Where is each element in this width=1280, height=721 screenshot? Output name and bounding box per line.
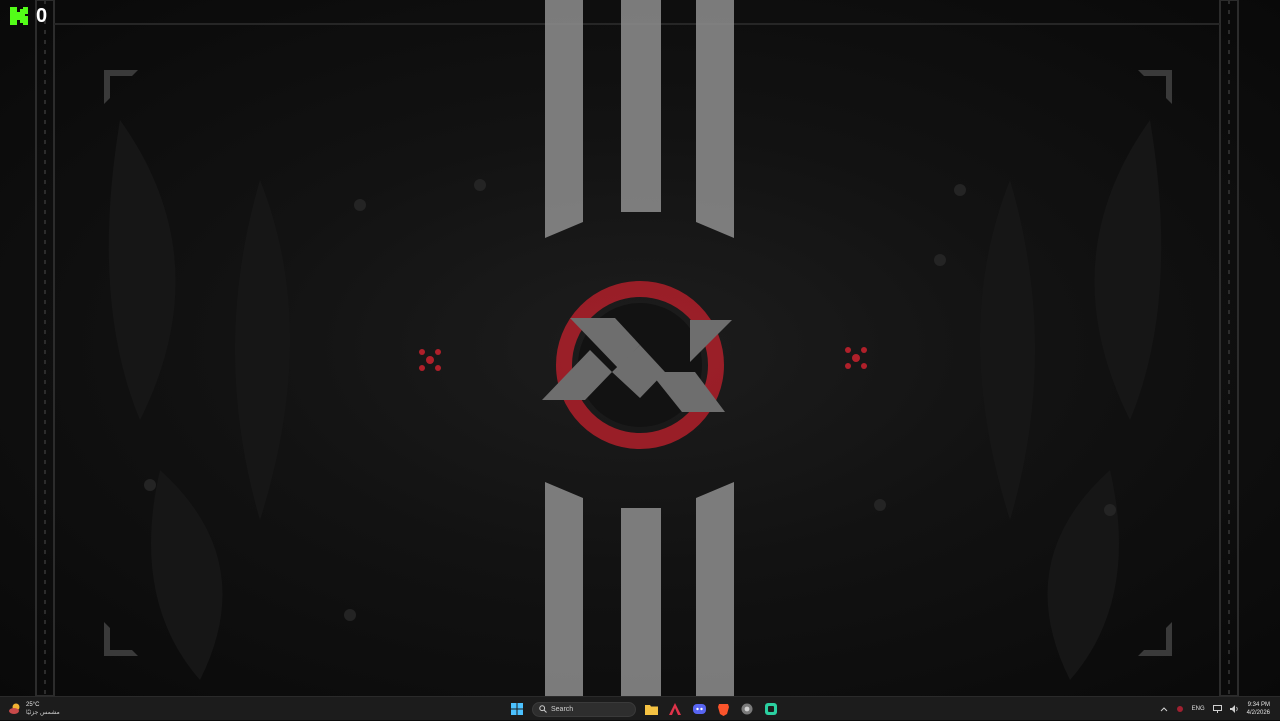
left-border-ornament [35, 0, 55, 696]
green-app-icon [765, 703, 777, 715]
kick-count: 0 [36, 5, 48, 27]
speaker-icon[interactable] [1229, 705, 1239, 713]
a-logo-icon [669, 703, 681, 715]
taskbar-center: Search [508, 699, 780, 719]
monitor-icon[interactable] [1212, 705, 1222, 713]
search-box[interactable]: Search [532, 701, 636, 717]
system-tray: ENG 9:34 PM 4/2/2026 [1160, 697, 1270, 721]
sun-cloud-icon [9, 703, 20, 714]
discord-icon [692, 704, 706, 714]
weather-temperature: 25°C [26, 702, 40, 708]
file-explorer-button[interactable] [642, 700, 660, 718]
green-app-button[interactable] [762, 700, 780, 718]
chevron-up-icon[interactable] [1160, 706, 1168, 712]
start-button[interactable] [508, 700, 526, 718]
browser-button[interactable] [738, 700, 756, 718]
kick-widget[interactable]: 0 [8, 4, 47, 28]
clock-time: 9:34 PM [1247, 702, 1270, 708]
search-icon [539, 705, 547, 713]
app-a-button[interactable] [666, 700, 684, 718]
central-emblem [542, 281, 732, 449]
tray-red-icon[interactable] [1176, 705, 1184, 713]
brave-icon [717, 703, 729, 716]
bottom-stripes [545, 482, 734, 696]
top-stripes [545, 0, 734, 238]
desktop[interactable]: 0 [0, 0, 1280, 696]
red-flower-left-icon [419, 349, 441, 371]
discord-button[interactable] [690, 700, 708, 718]
red-flower-right-icon [845, 347, 867, 369]
search-placeholder: Search [551, 705, 574, 713]
clock-date: 4/2/2026 [1246, 710, 1270, 716]
wallpaper [35, 0, 1239, 696]
kick-logo-icon [10, 7, 28, 25]
weather-widget[interactable]: 25°C مشمس جزئيًا [8, 699, 60, 719]
clock[interactable]: 9:34 PM 4/2/2026 [1247, 701, 1270, 717]
brave-button[interactable] [714, 700, 732, 718]
windows-logo-icon [511, 703, 523, 715]
taskbar: 25°C مشمس جزئيًا Search ENG 9:34 PM 4/2/… [0, 696, 1280, 720]
weather-condition: مشمس جزئيًا [26, 710, 60, 716]
language-indicator[interactable]: ENG [1192, 706, 1205, 712]
folder-icon [644, 704, 658, 715]
right-border-ornament [1219, 0, 1239, 696]
browser-icon [741, 703, 753, 715]
